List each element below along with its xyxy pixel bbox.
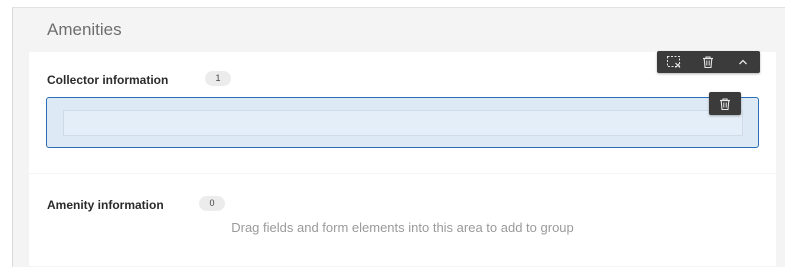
trash-icon <box>718 97 732 111</box>
trash-icon <box>701 55 715 69</box>
group-title: Amenity information <box>47 198 164 212</box>
ungroup-button[interactable] <box>662 52 686 72</box>
ungroup-icon <box>666 55 682 69</box>
group-toolbar <box>657 51 760 73</box>
field-placeholder[interactable] <box>63 110 743 136</box>
group-count-badge: 0 <box>199 196 225 211</box>
delete-element-button[interactable] <box>709 92 741 115</box>
delete-group-button[interactable] <box>696 52 720 72</box>
group-title: Collector information <box>47 73 169 87</box>
selected-field-element[interactable] <box>46 97 759 148</box>
empty-group-hint: Drag fields and form elements into this … <box>231 220 574 235</box>
group-amenity-information[interactable]: Amenity information 0 Drag fields and fo… <box>29 174 776 266</box>
page-title: Amenities <box>47 20 122 39</box>
form-builder-canvas: Amenities Collector information 1 Amenit… <box>0 0 785 267</box>
collapse-group-button[interactable] <box>731 52 755 72</box>
chevron-up-icon <box>737 57 749 67</box>
group-count-badge: 1 <box>205 71 231 86</box>
